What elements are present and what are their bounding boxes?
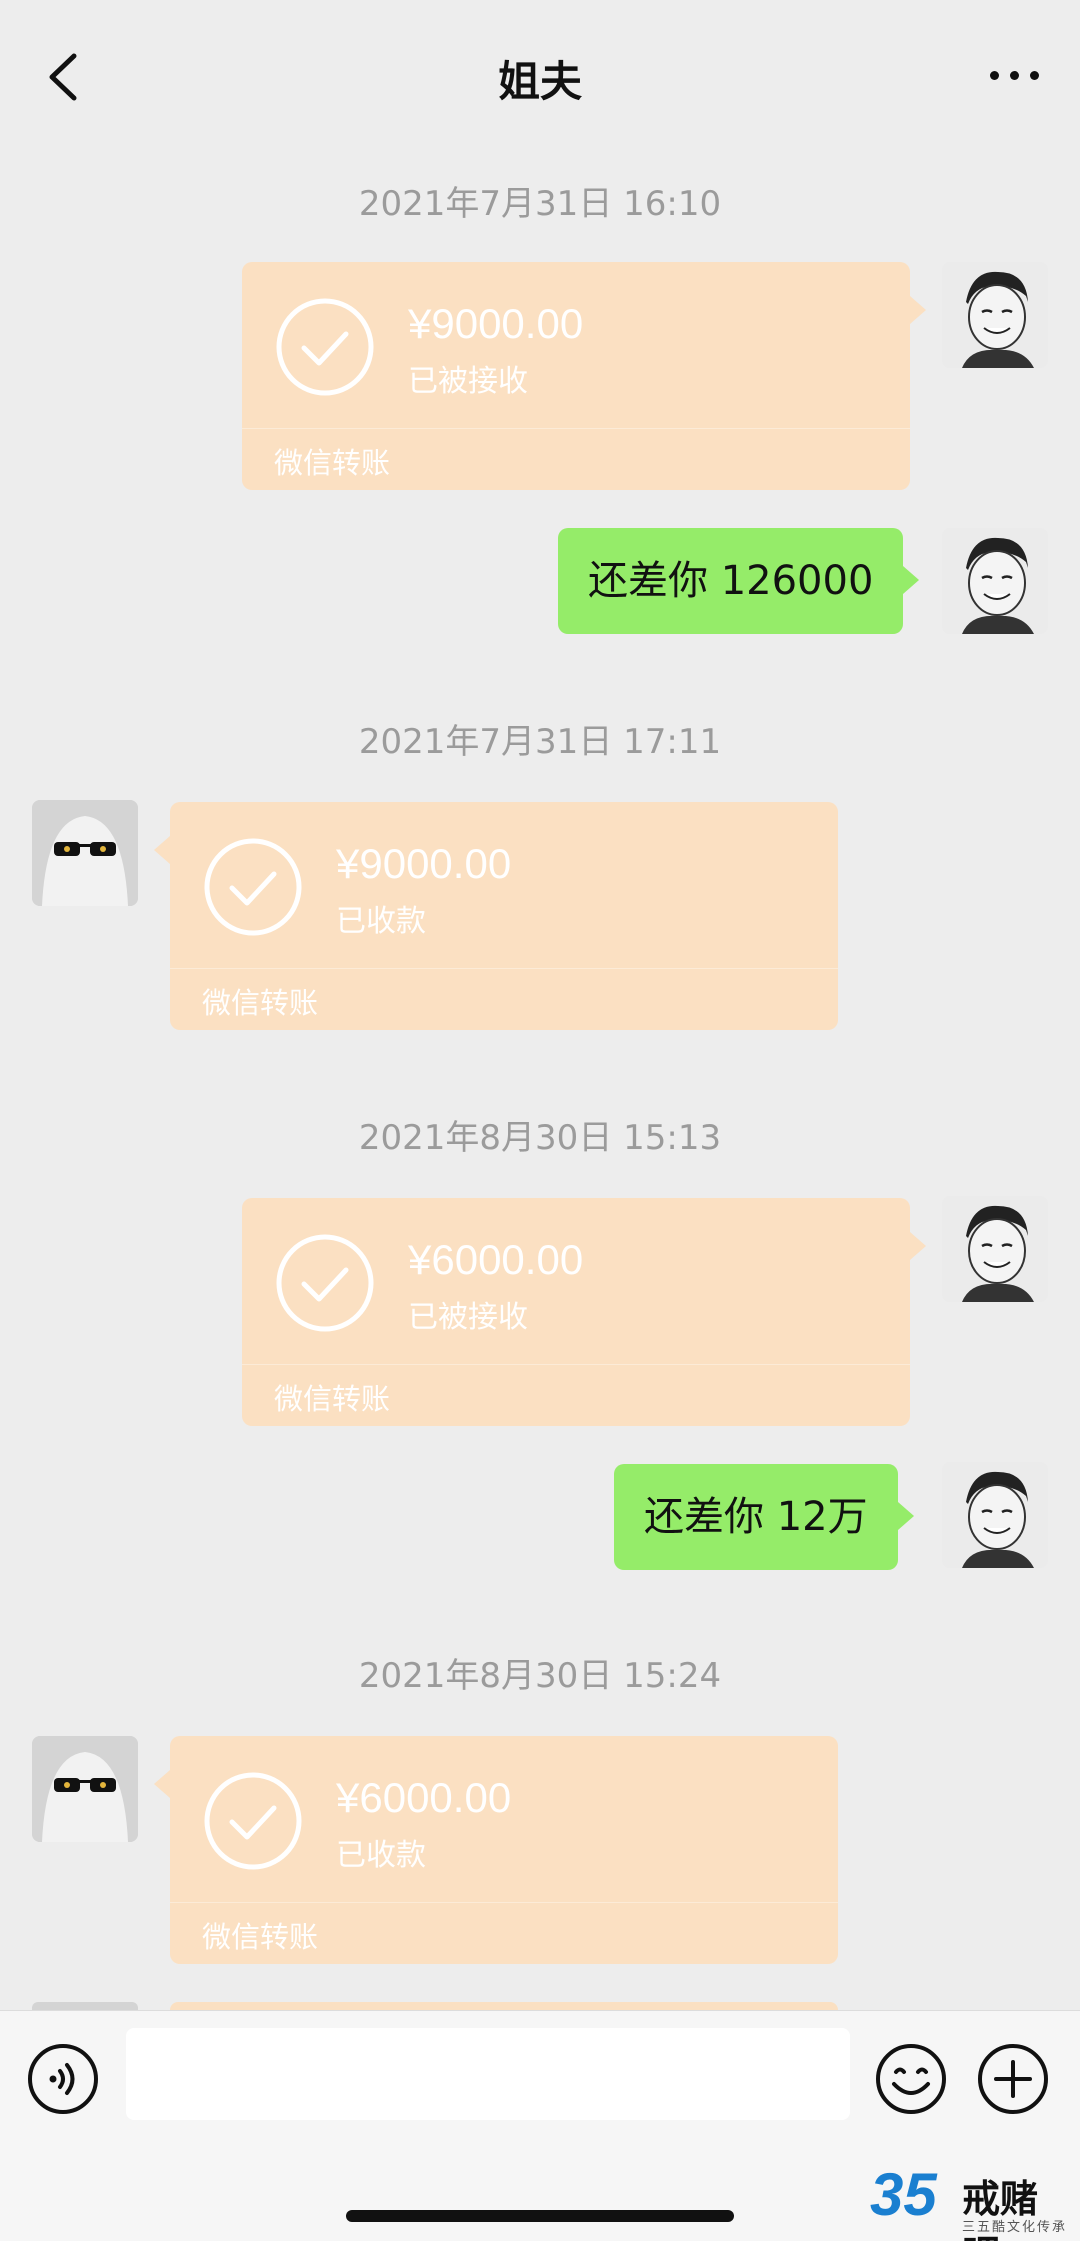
transfer-amount: ¥6000.00 [408,1236,584,1283]
avatar-me[interactable] [942,262,1048,368]
avatar-image [942,1196,1048,1302]
avatar-me[interactable] [942,528,1048,634]
avatar-image [32,800,138,906]
bubble-tail [897,1502,914,1530]
message-text: 还差你 126000 [588,558,874,604]
bubble-tail [910,296,926,324]
chat-title: 姐夫 [497,57,582,106]
bubble-tail [910,1232,926,1260]
ellipsis-dot [1010,71,1019,80]
bubble-tail [154,836,170,864]
transfer-label: 微信转账 [274,1382,391,1416]
emoji-icon [876,2044,946,2114]
text-bubble[interactable]: 还差你 12万 [614,1464,914,1570]
transfer-amount: ¥9000.00 [336,840,512,887]
transfer-status: 已被接收 [408,364,528,399]
divider [170,1902,838,1903]
transfer-bubble[interactable]: ¥9000.00 已被接收 微信转账 [242,262,926,490]
transfer-label: 微信转账 [202,986,319,1020]
ellipsis-icon [990,71,999,80]
plus-button[interactable] [976,2042,1050,2116]
transfer-bubble[interactable]: ¥6000.00 已收款 微信转账 [154,1736,838,1964]
watermark-subtitle: 三五酷文化传承 [962,2220,1068,2235]
divider [242,1364,910,1365]
avatar-other[interactable] [32,800,138,906]
chat-header: 姐夫 [0,0,1080,150]
transfer-status: 已被接收 [408,1300,528,1335]
check-circle-icon [276,1234,374,1332]
watermark-number: 35 [870,2161,937,2228]
ellipsis-dot [1030,71,1039,80]
timestamp: 2021年7月31日 17:11 [358,722,722,762]
bubble-tail [154,1770,170,1798]
more-button[interactable] [990,66,1040,86]
transfer-amount: ¥9000.00 [408,300,584,347]
check-circle-icon [204,1772,302,1870]
transfer-bubble[interactable]: ¥9000.00 已收款 微信转账 [154,802,838,1030]
transfer-label: 微信转账 [274,446,391,480]
avatar-image [942,1462,1048,1568]
home-indicator [346,2210,734,2222]
timestamp: 2021年7月31日 16:10 [358,184,722,224]
watermark-logo: 35 戒赌吧 三五酷文化传承 [870,2160,1075,2241]
text-bubble[interactable]: 还差你 126000 [558,528,920,634]
emoji-button[interactable] [874,2042,948,2116]
transfer-bubble-partial [170,2002,838,2010]
transfer-status: 已收款 [336,1838,426,1873]
voice-button[interactable] [26,2042,100,2116]
divider [170,968,838,969]
transfer-amount: ¥6000.00 [336,1774,512,1821]
avatar-image [942,528,1048,634]
bubble-tail [903,566,920,594]
transfer-bubble[interactable]: ¥6000.00 已被接收 微信转账 [242,1198,926,1426]
transfer-status: 已收款 [336,904,426,939]
timestamp: 2021年8月30日 15:24 [358,1656,722,1696]
transfer-label: 微信转账 [202,1920,319,1954]
plus-icon [978,2044,1048,2114]
voice-icon [28,2044,98,2114]
message-text: 还差你 12万 [644,1494,868,1540]
avatar-image [942,262,1048,368]
divider [242,428,910,429]
avatar-me[interactable] [942,1196,1048,1302]
check-circle-icon [204,838,302,936]
avatar-image [32,1736,138,1842]
avatar-other-partial [32,2002,138,2010]
timestamp: 2021年8月30日 15:13 [358,1118,722,1158]
check-circle-icon [276,298,374,396]
message-input[interactable] [126,2028,850,2120]
avatar-me[interactable] [942,1462,1048,1568]
avatar-other[interactable] [32,1736,138,1842]
